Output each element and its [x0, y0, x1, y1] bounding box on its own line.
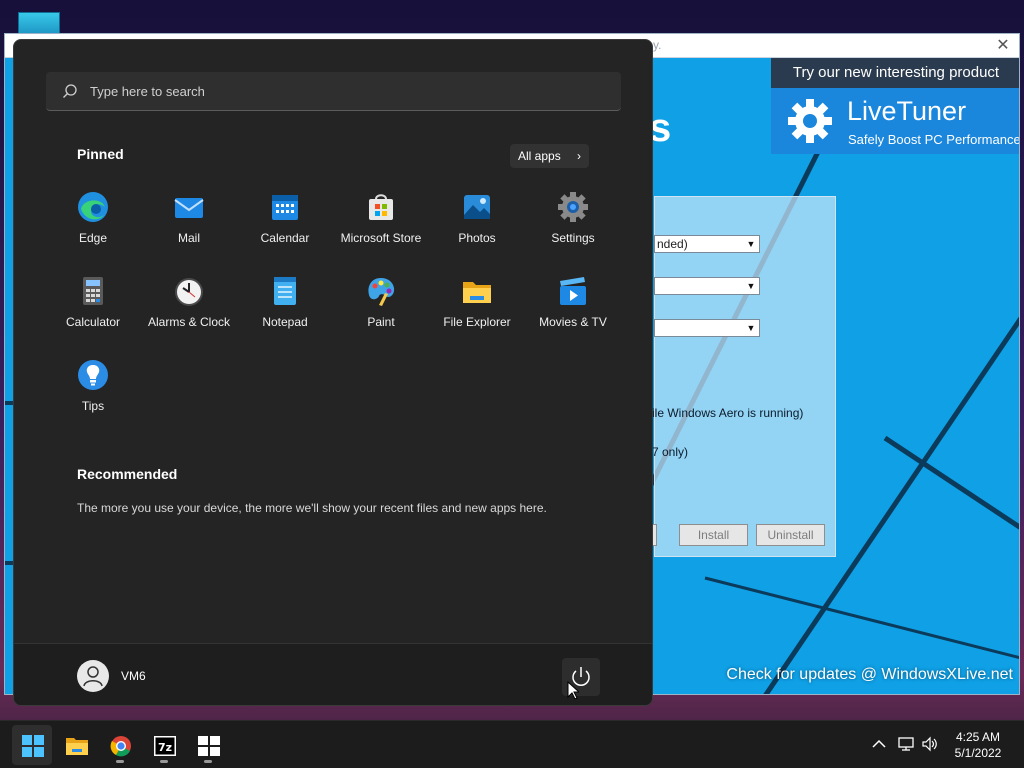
pinned-app-edge[interactable]: Edge: [45, 191, 141, 261]
pinned-app-label: Paint: [367, 315, 395, 329]
volume-icon[interactable]: [921, 735, 939, 753]
taskbar-windows-app[interactable]: [188, 725, 228, 765]
clock-time: 4:25 AM: [955, 730, 1001, 744]
paint-icon: [368, 278, 395, 306]
close-icon[interactable]: ✕: [991, 35, 1015, 57]
option-dropdown-1[interactable]: nded) ▼: [654, 235, 760, 253]
pinned-heading: Pinned: [77, 146, 124, 162]
pinned-app-photos[interactable]: Photos: [429, 191, 525, 261]
pinned-app-alarms[interactable]: Alarms & Clock: [141, 275, 237, 345]
pinned-app-label: File Explorer: [443, 315, 511, 329]
chevron-right-icon: ›: [577, 149, 581, 163]
chevron-up-icon[interactable]: [870, 735, 888, 753]
option-dropdown-2[interactable]: ▼: [654, 277, 760, 295]
folder-icon: [463, 282, 491, 303]
promo-tagline: Safely Boost PC Performance: [848, 132, 1020, 147]
recommended-empty-text: The more you use your device, the more w…: [77, 501, 547, 515]
notepad-icon: [274, 277, 296, 305]
pinned-app-movies[interactable]: Movies & TV: [525, 275, 621, 345]
movies-icon: [560, 277, 586, 305]
svg-text:7z: 7z: [158, 741, 172, 754]
all-apps-button[interactable]: All apps ›: [510, 144, 589, 168]
search-placeholder: Type here to search: [90, 84, 205, 99]
pinned-app-calendar[interactable]: Calendar: [237, 191, 333, 261]
tips-icon: [78, 360, 108, 390]
running-indicator: [160, 760, 168, 763]
pinned-app-notepad[interactable]: Notepad: [237, 275, 333, 345]
folder-icon: [66, 738, 88, 755]
option-label-win7[interactable]: 7 only): [652, 445, 688, 459]
user-name[interactable]: VM6: [121, 669, 146, 683]
pinned-app-label: Tips: [81, 399, 105, 413]
all-apps-label: All apps: [518, 149, 561, 163]
pinned-app-tips[interactable]: Tips: [45, 359, 141, 429]
network-icon[interactable]: [897, 735, 915, 753]
gear-icon: [788, 99, 832, 143]
user-icon: [83, 666, 103, 687]
photos-icon: [464, 195, 490, 219]
pinned-app-label: Movies & TV: [539, 315, 607, 329]
mouse-cursor-icon: [567, 681, 579, 700]
settings-icon: [558, 192, 588, 222]
uninstall-button[interactable]: Uninstall: [756, 524, 825, 546]
store-icon: [369, 194, 393, 220]
recommended-heading: Recommended: [77, 466, 178, 482]
pinned-app-label: Photos: [458, 231, 496, 245]
chevron-down-icon[interactable]: ▼: [744, 279, 758, 293]
chevron-down-icon[interactable]: ▼: [744, 237, 758, 251]
edge-icon: [78, 192, 108, 222]
pinned-app-file-explorer[interactable]: File Explorer: [429, 275, 525, 345]
mail-icon: [174, 198, 204, 218]
clock-icon: [175, 278, 203, 306]
calculator-icon: [83, 277, 103, 305]
taskbar: 7z 4:25 AM 5/1/2022: [0, 720, 1024, 768]
pinned-app-mail[interactable]: Mail: [141, 191, 237, 261]
taskbar-chrome[interactable]: [100, 725, 140, 765]
promo-banner[interactable]: Try our new interesting product LiveTune…: [771, 58, 1020, 154]
pinned-app-label: Edge: [78, 231, 108, 245]
pinned-app-label: Mail: [177, 231, 200, 245]
taskbar-file-explorer[interactable]: [56, 725, 96, 765]
start-menu: Type here to search Pinned All apps › Ed…: [13, 39, 653, 706]
windows-start-icon: [22, 735, 44, 757]
running-indicator: [204, 760, 212, 763]
search-icon: [63, 84, 77, 98]
running-indicator: [116, 760, 124, 763]
taskbar-start-button[interactable]: [12, 725, 52, 765]
chevron-down-icon[interactable]: ▼: [744, 321, 758, 335]
search-input[interactable]: Type here to search: [46, 72, 621, 111]
promo-banner-text: Try our new interesting product: [771, 58, 1019, 88]
pinned-app-label: Calendar: [260, 231, 310, 245]
7zip-icon: 7z: [154, 736, 176, 756]
pinned-app-settings[interactable]: Settings: [525, 191, 621, 261]
installer-title: y.: [653, 38, 662, 52]
user-avatar[interactable]: [77, 660, 109, 692]
pinned-app-paint[interactable]: Paint: [333, 275, 429, 345]
taskbar-clock[interactable]: 4:25 AM 5/1/2022: [940, 729, 1016, 761]
pinned-app-store[interactable]: Microsoft Store: [333, 191, 429, 261]
pinned-app-label: Alarms & Clock: [147, 315, 230, 329]
windows-logo-icon: [198, 736, 220, 756]
pinned-app-label: Microsoft Store: [340, 231, 422, 245]
option-label-aero[interactable]: ile Windows Aero is running): [652, 406, 803, 420]
pinned-app-label: Settings: [551, 231, 595, 245]
promo-product-name: LiveTuner: [847, 96, 967, 126]
option-dropdown-1-value: nded): [657, 237, 688, 251]
calendar-icon: [272, 195, 298, 220]
chrome-icon: [110, 736, 131, 757]
check-updates-link[interactable]: Check for updates @ WindowsXLive.net: [726, 666, 1013, 684]
clock-date: 5/1/2022: [954, 746, 1002, 760]
taskbar-7zip[interactable]: 7z: [144, 725, 184, 765]
install-button[interactable]: Install: [679, 524, 748, 546]
pinned-app-calculator[interactable]: Calculator: [45, 275, 141, 345]
pinned-app-label: Calculator: [65, 315, 121, 329]
pinned-app-label: Notepad: [262, 315, 308, 329]
option-dropdown-3[interactable]: ▼: [654, 319, 760, 337]
start-footer: VM6: [14, 643, 652, 705]
